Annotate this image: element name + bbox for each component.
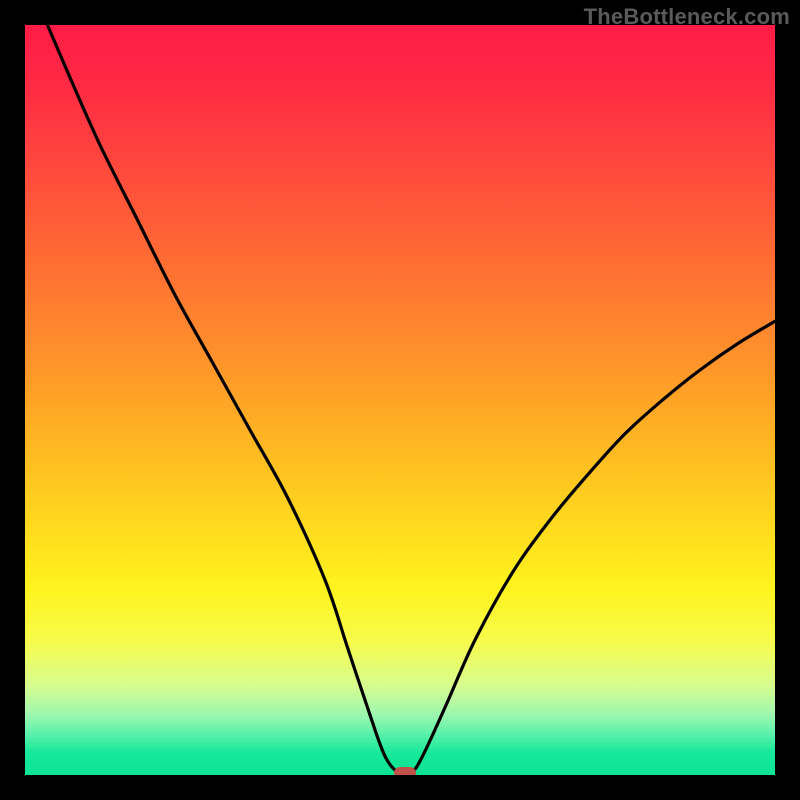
chart-stage: TheBottleneck.com <box>0 0 800 800</box>
plot-area <box>25 25 775 775</box>
bottleneck-curve <box>25 25 775 775</box>
valley-marker <box>394 767 416 775</box>
